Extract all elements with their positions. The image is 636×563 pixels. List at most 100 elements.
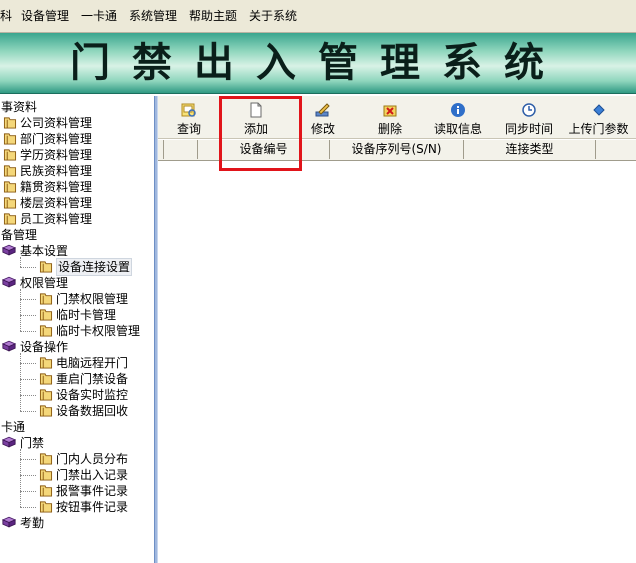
tree-node-label: 民族资料管理 [20, 164, 93, 178]
tree-node[interactable]: 学历资料管理 [0, 147, 154, 163]
tree-node-label: 设备连接设置 [56, 258, 133, 276]
tree-node[interactable]: 报警事件记录 [0, 483, 154, 499]
tree-node-label: 设备操作 [20, 340, 69, 354]
delete-icon [383, 105, 397, 117]
tree-node-label: 临时卡权限管理 [56, 324, 141, 338]
column-header-connection-type[interactable]: 连接类型 [464, 140, 596, 159]
upload-door-params-label: 上传门参数 [568, 122, 629, 136]
tree-node-label: 临时卡管理 [56, 308, 117, 322]
tree-node[interactable]: 考勤 [0, 515, 154, 531]
menu-about[interactable]: 关于系统 [249, 9, 297, 23]
menu-personnel[interactable]: 科 [0, 9, 12, 23]
tree-node[interactable]: 民族资料管理 [0, 163, 154, 179]
read-info-button[interactable]: 读取信息 [422, 96, 494, 138]
app-title: 门禁出入管理系统 [70, 39, 566, 86]
tree-node[interactable]: 按钮事件记录 [0, 499, 154, 515]
book-icon [2, 516, 16, 528]
folder-icon [39, 469, 53, 481]
tree-node[interactable]: 卡通 [0, 419, 154, 435]
folder-icon [3, 213, 17, 225]
tree-node-label: 备管理 [1, 228, 38, 242]
folder-icon [39, 309, 53, 321]
folder-icon [39, 325, 53, 337]
menu-one-card[interactable]: 一卡通 [81, 9, 117, 23]
tree-node[interactable]: 备管理 [0, 227, 154, 243]
query-button[interactable]: 查询 [158, 96, 220, 138]
tree-node[interactable]: 门禁出入记录 [0, 467, 154, 483]
tree-node[interactable]: 设备连接设置 [0, 258, 154, 276]
header-row-indicator [164, 140, 198, 159]
tree-connector [20, 331, 36, 332]
book-icon [2, 436, 16, 448]
clock-icon [522, 103, 536, 117]
highlight-box [219, 96, 302, 171]
folder-icon [3, 149, 17, 161]
tree-node[interactable]: 电脑远程开门 [0, 355, 154, 371]
tree-node[interactable]: 基本设置 [0, 243, 154, 259]
folder-icon [39, 501, 53, 513]
tree-connector [20, 299, 36, 300]
query-label: 查询 [176, 122, 201, 136]
folder-icon [39, 485, 53, 497]
tree-node[interactable]: 设备实时监控 [0, 387, 154, 403]
navigation-tree: 事资料 公司资料管理 部门资料管理 学历资料管理 民族资料管理 籍贯资料管理 楼层资料管理员… [0, 96, 154, 563]
tree-node-label: 部门资料管理 [20, 132, 93, 146]
menu-device-management[interactable]: 设备管理 [21, 9, 69, 23]
folder-icon [3, 117, 17, 129]
tree-node[interactable]: 事资料 [0, 99, 154, 115]
tree-node-label: 权限管理 [20, 276, 69, 290]
tree-node-label: 门禁出入记录 [56, 468, 129, 482]
sync-time-button[interactable]: 同步时间 [493, 96, 565, 138]
tree-node-label: 卡通 [1, 420, 26, 434]
tree-node-label: 报警事件记录 [56, 484, 129, 498]
tree-connector [20, 267, 36, 268]
tree-node-label: 设备实时监控 [56, 388, 129, 402]
delete-button[interactable]: 删除 [358, 96, 422, 138]
tree-node[interactable]: 权限管理 [0, 275, 154, 291]
sync-time-label: 同步时间 [504, 122, 553, 136]
folder-icon [3, 197, 17, 209]
tree-connector [20, 411, 36, 412]
device-grid[interactable] [158, 161, 636, 563]
folder-icon [39, 373, 53, 385]
app-banner: 门禁出入管理系统 [0, 33, 636, 94]
tree-node[interactable]: 门内人员分布 [0, 451, 154, 467]
tree-connector [20, 353, 21, 411]
tree-node-label: 按钮事件记录 [56, 500, 129, 514]
tree-node[interactable]: 员工资料管理 [0, 211, 154, 227]
tree-connector [20, 395, 36, 396]
folder-icon [39, 453, 53, 465]
menu-help-topics[interactable]: 帮助主题 [189, 9, 237, 23]
edit-icon [315, 103, 330, 117]
tree-node[interactable]: 公司资料管理 [0, 115, 154, 131]
tree-node[interactable]: 设备操作 [0, 339, 154, 355]
tree-node[interactable]: 临时卡管理 [0, 307, 154, 323]
tree-node[interactable]: 临时卡权限管理 [0, 323, 154, 339]
tree-connector [20, 315, 36, 316]
tree-node[interactable]: 籍贯资料管理 [0, 179, 154, 195]
upload-door-params-button[interactable]: 上传门参数 [561, 96, 636, 138]
book-icon [2, 276, 16, 288]
delete-label: 删除 [377, 122, 402, 136]
folder-icon [39, 389, 53, 401]
tree-node[interactable]: 部门资料管理 [0, 131, 154, 147]
tree-node[interactable]: 门禁权限管理 [0, 291, 154, 307]
tree-connector [20, 363, 36, 364]
folder-icon [3, 181, 17, 193]
folder-icon [39, 357, 53, 369]
tree-node[interactable]: 楼层资料管理 [0, 195, 154, 211]
tree-node[interactable]: 重启门禁设备 [0, 371, 154, 387]
folder-icon [39, 405, 53, 417]
menu-system-management[interactable]: 系统管理 [129, 9, 177, 23]
tree-node[interactable]: 门禁 [0, 435, 154, 451]
folder-icon [39, 293, 53, 305]
column-header-serial-number[interactable]: 设备序列号(S/N) [330, 140, 464, 159]
tree-node-label: 基本设置 [20, 244, 69, 258]
tree-node[interactable]: 设备数据回收 [0, 403, 154, 419]
upload-icon [592, 104, 605, 116]
tree-node-label: 电脑远程开门 [56, 356, 129, 370]
tree-node-label: 楼层资料管理 [20, 196, 93, 210]
tree-node-label: 设备数据回收 [56, 404, 129, 418]
tree-node-label: 门禁权限管理 [56, 292, 129, 306]
tree-connector [20, 491, 36, 492]
